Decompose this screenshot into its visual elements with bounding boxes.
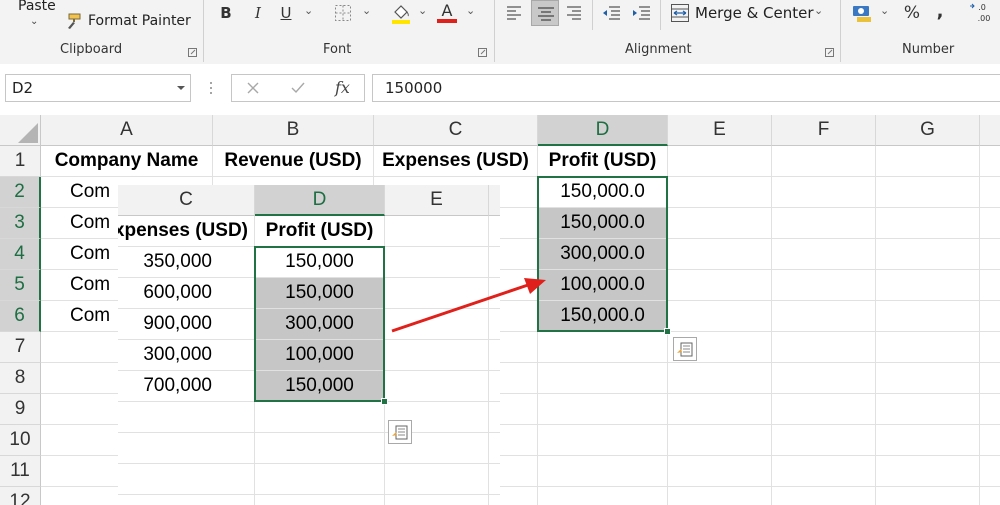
annotation-arrow xyxy=(391,278,546,333)
arrow-head xyxy=(524,278,546,294)
arrow-line xyxy=(391,283,529,333)
